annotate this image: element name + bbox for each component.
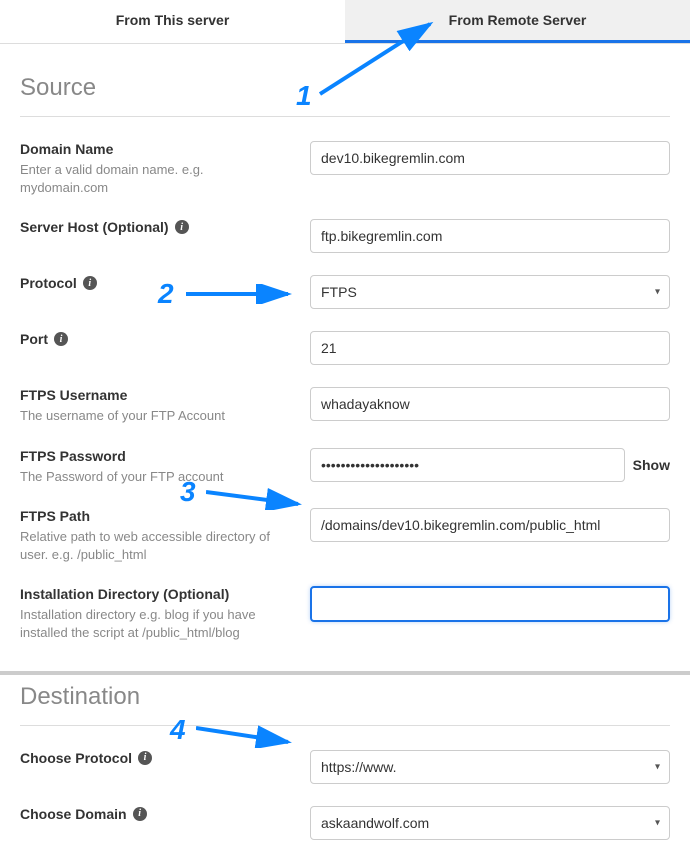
- install-dir-label: Installation Directory (Optional): [20, 586, 294, 602]
- divider: [20, 725, 670, 726]
- ftps-path-hint: Relative path to web accessible director…: [20, 528, 294, 564]
- choose-protocol-label: Choose Protocol i: [20, 750, 294, 766]
- show-password-button[interactable]: Show: [633, 457, 670, 473]
- choose-domain-label: Choose Domain i: [20, 806, 294, 822]
- server-host-input[interactable]: [310, 219, 670, 253]
- destination-title: Destination: [20, 683, 670, 711]
- protocol-select[interactable]: FTPS: [310, 275, 670, 309]
- ftps-username-input[interactable]: [310, 387, 670, 421]
- choose-protocol-label-text: Choose Protocol: [20, 750, 132, 766]
- ftps-path-label: FTPS Path: [20, 508, 294, 524]
- source-title: Source: [20, 74, 670, 102]
- port-label-text: Port: [20, 331, 48, 347]
- info-icon[interactable]: i: [133, 807, 147, 821]
- ftps-username-hint: The username of your FTP Account: [20, 407, 294, 425]
- divider: [20, 116, 670, 117]
- ftps-username-label: FTPS Username: [20, 387, 294, 403]
- info-icon[interactable]: i: [83, 276, 97, 290]
- port-label: Port i: [20, 331, 294, 347]
- domain-name-input[interactable]: [310, 141, 670, 175]
- port-input[interactable]: [310, 331, 670, 365]
- tab-remote-server[interactable]: From Remote Server: [345, 0, 690, 43]
- tab-this-server[interactable]: From This server: [0, 0, 345, 43]
- info-icon[interactable]: i: [175, 220, 189, 234]
- info-icon[interactable]: i: [54, 332, 68, 346]
- protocol-label-text: Protocol: [20, 275, 77, 291]
- ftps-password-label: FTPS Password: [20, 448, 294, 464]
- ftps-password-hint: The Password of your FTP account: [20, 468, 294, 486]
- choose-domain-label-text: Choose Domain: [20, 806, 127, 822]
- install-dir-input[interactable]: [310, 586, 670, 622]
- ftps-password-input[interactable]: [310, 448, 625, 482]
- domain-name-label: Domain Name: [20, 141, 294, 157]
- server-host-label-text: Server Host (Optional): [20, 219, 169, 235]
- ftps-path-input[interactable]: [310, 508, 670, 542]
- section-divider: [0, 671, 690, 675]
- info-icon[interactable]: i: [138, 751, 152, 765]
- choose-protocol-select[interactable]: https://www.: [310, 750, 670, 784]
- server-host-label: Server Host (Optional) i: [20, 219, 294, 235]
- tabs: From This server From Remote Server: [0, 0, 690, 44]
- install-dir-hint: Installation directory e.g. blog if you …: [20, 606, 294, 642]
- domain-name-hint: Enter a valid domain name. e.g. mydomain…: [20, 161, 294, 197]
- protocol-label: Protocol i: [20, 275, 294, 291]
